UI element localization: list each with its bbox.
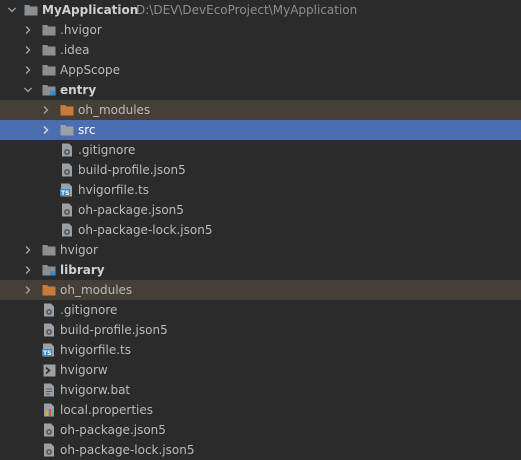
settings-file-icon	[60, 160, 74, 180]
settings-file-icon	[42, 420, 56, 440]
tree-item-label: oh-package.json5	[60, 423, 166, 437]
excluded-folder-icon	[42, 280, 56, 300]
chevron-right-icon[interactable]	[22, 240, 34, 260]
tree-item-library[interactable]: library	[0, 260, 521, 280]
tree-item-hvigor[interactable]: hvigor	[0, 240, 521, 260]
folder-icon	[42, 60, 56, 80]
tree-item-label: hvigorw.bat	[60, 383, 131, 397]
tree-item-label: library	[60, 263, 105, 277]
chevron-right-icon[interactable]	[40, 100, 52, 120]
chevron-down-icon[interactable]	[6, 0, 18, 20]
folder-icon	[42, 20, 56, 40]
excluded-folder-icon	[60, 100, 74, 120]
chevron-right-icon[interactable]	[22, 280, 34, 300]
tree-item-label: oh-package-lock.json5	[78, 223, 213, 237]
svg-text:TS: TS	[61, 190, 69, 197]
chevron-down-icon[interactable]	[22, 80, 34, 100]
tree-item-label: hvigorw	[60, 363, 108, 377]
tree-item-hvigorfile[interactable]: TS hvigorfile.ts	[0, 340, 521, 360]
tree-item-entry-oh-package-lock[interactable]: oh-package-lock.json5	[0, 220, 521, 240]
tree-item-label: entry	[60, 83, 97, 97]
tree-item-entry[interactable]: entry	[0, 80, 521, 100]
shell-script-icon	[42, 360, 56, 380]
properties-file-icon	[42, 400, 56, 420]
tree-item-local-properties[interactable]: local.properties	[0, 400, 521, 420]
tree-item-label: .idea	[60, 43, 90, 57]
tree-item-label: hvigorfile.ts	[78, 183, 149, 197]
tree-item-label: oh-package.json5	[78, 203, 184, 217]
tree-item-hvigorw-bat[interactable]: hvigorw.bat	[0, 380, 521, 400]
tree-item-src[interactable]: src	[0, 120, 521, 140]
tree-item-label: .hvigor	[60, 23, 102, 37]
tree-item-idea[interactable]: .idea	[0, 40, 521, 60]
tree-item-label: hvigorfile.ts	[60, 343, 131, 357]
tree-item-entry-hvigorfile[interactable]: TS hvigorfile.ts	[0, 180, 521, 200]
tree-item-gitignore[interactable]: .gitignore	[0, 300, 521, 320]
tree-item-myapplication[interactable]: MyApplication D:\DEV\DevEcoProject\MyApp…	[0, 0, 521, 20]
chevron-right-icon[interactable]	[22, 260, 34, 280]
folder-icon	[42, 240, 56, 260]
tree-item-label: oh_modules	[78, 103, 151, 117]
tree-item-label: build-profile.json5	[78, 163, 186, 177]
project-tree: MyApplication D:\DEV\DevEcoProject\MyApp…	[0, 0, 521, 458]
folder-icon	[24, 0, 38, 20]
tree-item-hvigorw[interactable]: hvigorw	[0, 360, 521, 380]
svg-text:TS: TS	[43, 350, 51, 357]
tree-item-entry-oh-package[interactable]: oh-package.json5	[0, 200, 521, 220]
module-folder-icon	[42, 260, 56, 280]
tree-item-label: MyApplication	[42, 3, 139, 17]
chevron-right-icon[interactable]	[22, 60, 34, 80]
tree-item-build-profile[interactable]: build-profile.json5	[0, 320, 521, 340]
settings-file-icon	[42, 320, 56, 340]
tree-item-entry-build-profile[interactable]: build-profile.json5	[0, 160, 521, 180]
chevron-right-icon[interactable]	[22, 40, 34, 60]
tree-item-label: hvigor	[60, 243, 98, 257]
tree-item-label: oh-package-lock.json5	[60, 443, 195, 457]
tree-item-hvigor-hidden[interactable]: .hvigor	[0, 20, 521, 40]
settings-file-icon	[60, 220, 74, 240]
tree-item-label: .gitignore	[78, 143, 136, 157]
project-path: D:\DEV\DevEcoProject\MyApplication	[136, 3, 358, 17]
module-folder-icon	[42, 80, 56, 100]
tree-item-label: .gitignore	[60, 303, 118, 317]
tree-item-label: build-profile.json5	[60, 323, 168, 337]
chevron-right-icon[interactable]	[22, 20, 34, 40]
tree-item-oh-package[interactable]: oh-package.json5	[0, 420, 521, 440]
tree-item-entry-gitignore[interactable]: .gitignore	[0, 140, 521, 160]
tree-item-oh-modules[interactable]: oh_modules	[0, 280, 521, 300]
tree-item-appscope[interactable]: AppScope	[0, 60, 521, 80]
tree-item-label: local.properties	[60, 403, 154, 417]
tree-item-entry-oh-modules[interactable]: oh_modules	[0, 100, 521, 120]
settings-file-icon	[60, 140, 74, 160]
settings-file-icon	[42, 440, 56, 460]
settings-file-icon	[42, 300, 56, 320]
folder-icon	[60, 120, 74, 140]
tree-item-label: src	[78, 123, 96, 137]
tree-item-label: oh_modules	[60, 283, 133, 297]
folder-icon	[42, 40, 56, 60]
text-file-icon	[42, 380, 56, 400]
chevron-right-icon[interactable]	[40, 120, 52, 140]
tree-item-label: AppScope	[60, 63, 120, 77]
tree-item-oh-package-lock[interactable]: oh-package-lock.json5	[0, 440, 521, 460]
settings-file-icon	[60, 200, 74, 220]
typescript-file-icon: TS	[42, 340, 56, 360]
typescript-file-icon: TS	[60, 180, 74, 200]
